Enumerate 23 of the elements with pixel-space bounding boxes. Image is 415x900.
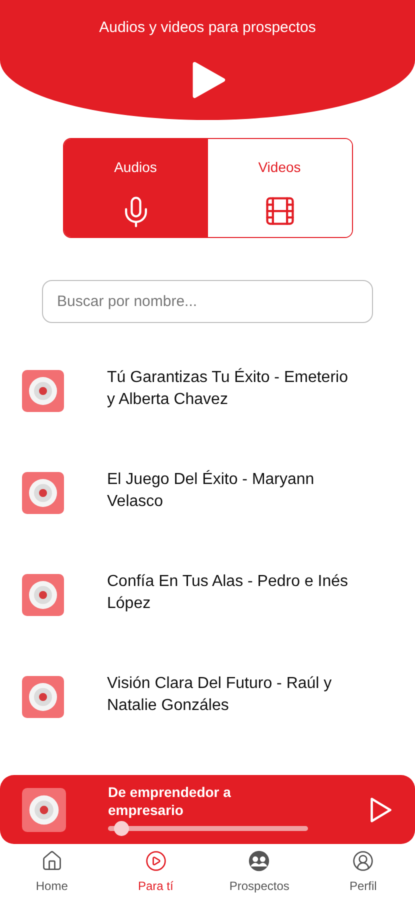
people-icon [248, 850, 270, 872]
nav-tab[interactable]: Perfil [311, 850, 415, 895]
progress-thumb[interactable] [114, 821, 129, 836]
audio-list-item[interactable]: Visión Clara Del Futuro - Raúl y Natalie Gonzáles [0, 673, 415, 776]
play-circle-icon [144, 850, 167, 872]
audio-title: Visión Clara Del Futuro - Raúl y Natalie Gonzáles [107, 674, 333, 716]
audio-list-item[interactable]: Confía En Tus Alas - Pedro e Inés López [0, 571, 415, 674]
header-title: Audios y videos para prospectos [99, 18, 316, 38]
audio-list-item[interactable]: Tú Garantizas Tu Éxito - Emeterio y Alberta Chavez [0, 367, 415, 470]
player-title: De emprendedor a empresario [108, 783, 232, 820]
search-field[interactable]: Buscar por nombre... [42, 280, 373, 324]
profile-icon [352, 850, 374, 872]
audio-title: Tú Garantizas Tu Éxito - Emeterio y Alberta Chavez [107, 367, 349, 410]
play-icon[interactable] [369, 796, 393, 823]
audio-title: Confía En Tus Alas - Pedro e Inés López [107, 572, 350, 614]
nav-tab[interactable]: Prospectos [208, 850, 312, 895]
audio-title: El Juego Del Éxito - Maryann Velasco [107, 469, 316, 512]
nav-tab[interactable]: Para tí [104, 850, 208, 895]
audio-list-item[interactable]: El Juego Del Éxito - Maryann Velasco [0, 469, 415, 572]
nav-tab[interactable]: Home [0, 850, 104, 895]
home-icon [40, 850, 63, 872]
media-tab[interactable]: Audios [64, 139, 208, 238]
progress-slider[interactable] [108, 821, 308, 836]
